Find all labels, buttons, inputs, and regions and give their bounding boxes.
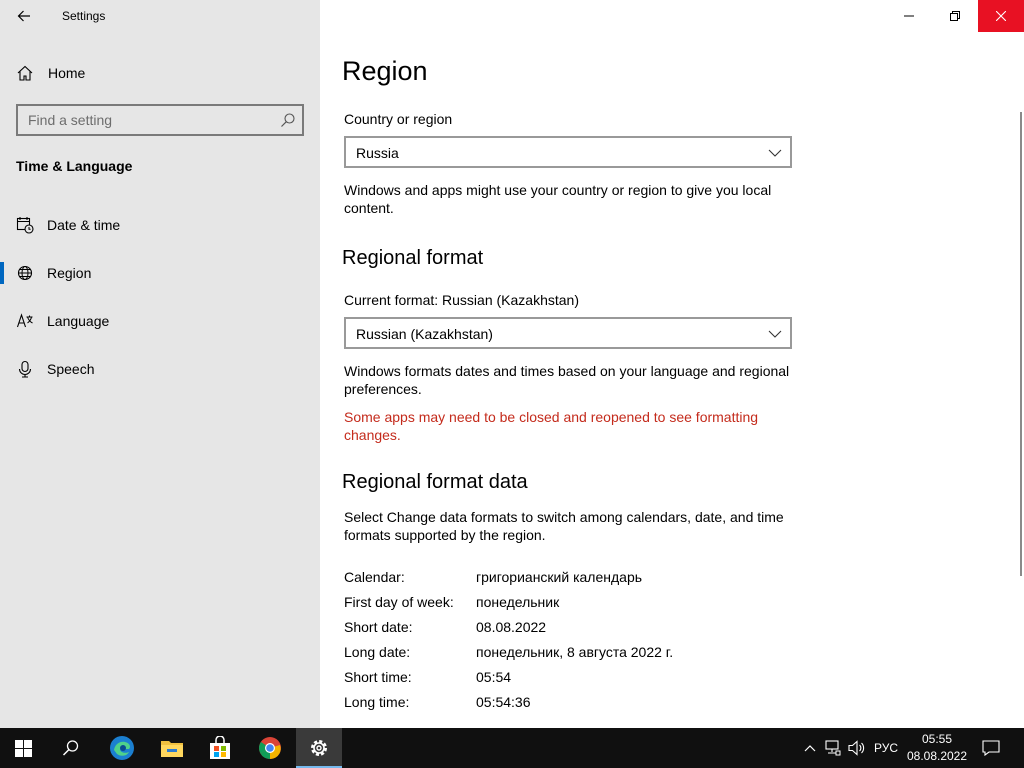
format-data-row: First day of week: понедельник <box>344 594 794 614</box>
store-icon <box>210 736 230 759</box>
clock-date: 08.08.2022 <box>906 749 968 763</box>
settings-taskbar-button[interactable] <box>296 728 342 768</box>
store-button[interactable] <box>197 728 243 768</box>
format-data-key: Calendar: <box>344 569 405 585</box>
clock[interactable]: 05:55 08.08.2022 <box>904 731 970 765</box>
show-hidden-icons-button[interactable] <box>800 728 820 768</box>
country-value: Russia <box>356 145 399 161</box>
format-data-value: григорианский календарь <box>476 569 643 585</box>
network-icon <box>825 740 841 756</box>
chrome-button[interactable] <box>247 728 293 768</box>
back-arrow-icon <box>17 10 30 22</box>
format-data-row: Calendar: григорианский календарь <box>344 569 794 589</box>
title-bar: Settings <box>0 0 320 32</box>
vertical-scrollbar[interactable] <box>1020 112 1022 576</box>
chevron-down-icon <box>768 149 782 157</box>
search-icon[interactable] <box>280 112 296 128</box>
sidebar-item-date-time[interactable]: Date & time <box>0 205 320 245</box>
sidebar-item-language[interactable]: Language <box>0 301 320 341</box>
edge-button[interactable] <box>99 728 145 768</box>
volume-button[interactable] <box>846 728 868 768</box>
start-icon <box>14 739 32 757</box>
regional-format-value: Russian (Kazakhstan) <box>356 326 493 342</box>
section-title: Time & Language <box>16 158 133 174</box>
sidebar-item-label: Speech <box>47 361 95 377</box>
action-center-button[interactable] <box>978 728 1004 768</box>
home-icon <box>17 65 33 81</box>
calendar-clock-icon <box>16 217 34 234</box>
sidebar: Settings Home Time & Language Date & tim… <box>0 0 320 728</box>
volume-icon <box>848 740 865 756</box>
notification-icon <box>982 740 1000 756</box>
app-title: Settings <box>62 9 106 23</box>
regional-format-dropdown[interactable]: Russian (Kazakhstan) <box>344 317 792 349</box>
search-icon <box>62 740 79 756</box>
current-format-label: Current format: Russian (Kazakhstan) <box>344 292 579 308</box>
clock-time: 05:55 <box>921 732 953 746</box>
format-data-value: 05:54 <box>476 669 512 685</box>
home-nav-item[interactable]: Home <box>0 56 320 90</box>
sidebar-item-label: Date & time <box>47 217 121 233</box>
settings-icon <box>311 740 327 756</box>
page-title: Region <box>342 56 428 86</box>
format-data-value: понедельник <box>476 594 560 610</box>
country-label: Country or region <box>344 111 453 127</box>
regional-format-data-heading: Regional format data <box>342 471 528 493</box>
formatting-warning: Some apps may need to be closed and reop… <box>344 409 759 443</box>
globe-icon <box>17 265 33 281</box>
format-data-key: Short date: <box>344 619 413 635</box>
country-dropdown[interactable]: Russia <box>344 136 792 168</box>
microphone-icon <box>18 360 32 378</box>
format-data-row: Long date: понедельник, 8 августа 2022 г… <box>344 644 794 664</box>
search-box[interactable] <box>16 104 304 136</box>
file-explorer-button[interactable] <box>149 728 195 768</box>
country-description: Windows and apps might use your country … <box>344 182 772 216</box>
language-icon <box>16 313 33 328</box>
sidebar-item-region[interactable]: Region <box>0 253 320 293</box>
network-button[interactable] <box>822 728 844 768</box>
format-data-key: First day of week: <box>344 594 454 610</box>
search-input[interactable] <box>18 106 278 134</box>
regional-format-heading: Regional format <box>342 247 484 269</box>
format-data-value: 08.08.2022 <box>476 619 547 635</box>
home-label: Home <box>48 65 86 81</box>
edge-icon <box>110 736 134 760</box>
taskbar: РУС 05:55 08.08.2022 <box>0 728 1024 768</box>
sidebar-item-label: Region <box>47 265 92 281</box>
format-data-row: Long time: 05:54:36 <box>344 694 794 714</box>
taskbar-search-button[interactable] <box>48 728 94 768</box>
sidebar-item-speech[interactable]: Speech <box>0 349 320 389</box>
input-language-indicator[interactable]: РУС <box>870 728 902 768</box>
format-data-row: Short date: 08.08.2022 <box>344 619 794 639</box>
main-content: Region Country or region Russia Windows … <box>320 0 1024 728</box>
regional-format-description: Windows formats dates and times based on… <box>344 363 790 397</box>
format-data-row: Short time: 05:54 <box>344 669 794 689</box>
file-explorer-icon <box>161 741 183 757</box>
format-data-description: Select Change data formats to switch amo… <box>344 509 784 543</box>
start-button[interactable] <box>0 728 46 768</box>
chrome-icon <box>259 737 281 759</box>
format-data-key: Long time: <box>344 694 410 710</box>
sidebar-item-label: Language <box>47 313 110 329</box>
chevron-up-icon <box>804 745 816 752</box>
format-data-value: понедельник, 8 августа 2022 г. <box>476 644 674 660</box>
format-data-key: Short time: <box>344 669 412 685</box>
chevron-down-icon <box>768 330 782 338</box>
format-data-value: 05:54:36 <box>476 694 531 710</box>
back-button[interactable] <box>8 2 40 30</box>
format-data-key: Long date: <box>344 644 411 660</box>
